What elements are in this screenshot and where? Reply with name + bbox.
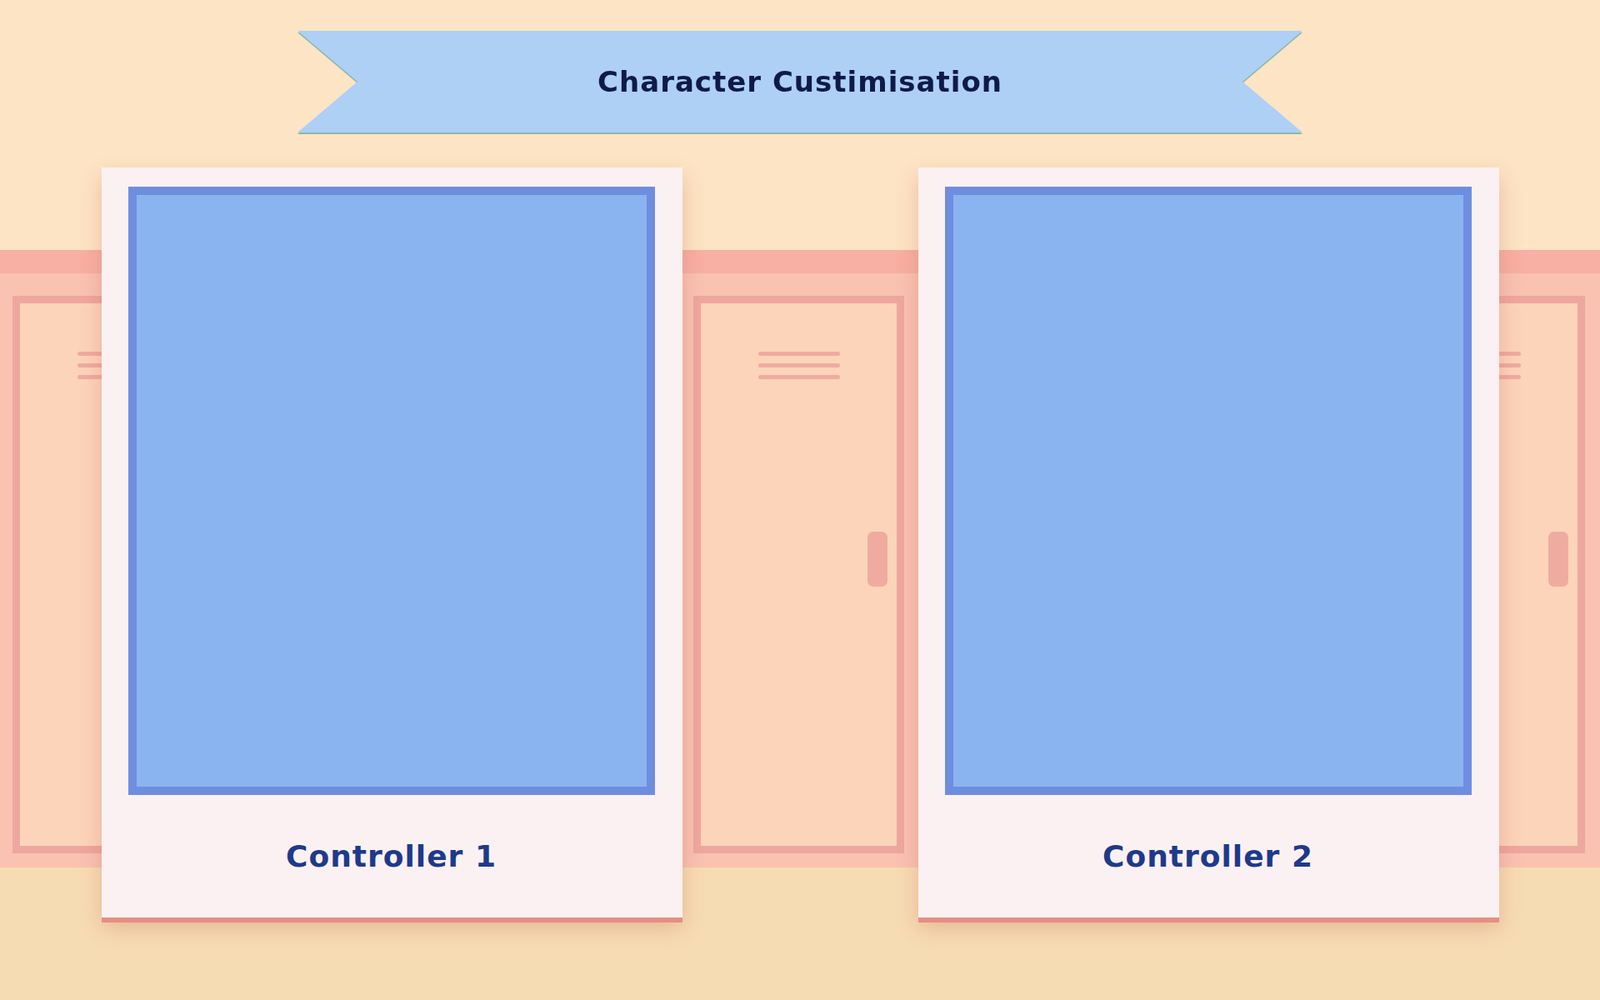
character-customisation-screen: Character CustimisationController 1Contr… <box>0 0 1600 1000</box>
player-card[interactable]: Controller 1 <box>101 167 683 918</box>
locker-handle-icon <box>867 531 888 587</box>
locker <box>693 295 905 854</box>
player-cards: Controller 1 Controller 2 <box>101 167 1500 918</box>
locker-vents-icon <box>758 351 840 380</box>
character-preview <box>945 186 1472 795</box>
locker-handle-icon <box>1548 531 1569 587</box>
title: Character Custimisation <box>597 65 1003 99</box>
title-banner: Character Custimisation <box>297 30 1303 133</box>
controller-label: Controller 1 <box>285 839 497 874</box>
character-preview <box>128 186 655 795</box>
player-card[interactable]: Controller 2 <box>918 167 1500 918</box>
controller-label: Controller 2 <box>1102 839 1314 874</box>
